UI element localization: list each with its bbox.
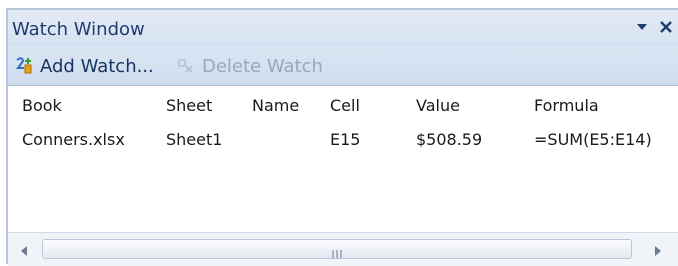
horizontal-scrollbar[interactable]	[8, 232, 678, 266]
scrollbar-thumb[interactable]	[42, 239, 632, 259]
title-controls	[634, 17, 676, 37]
column-header-formula[interactable]: Formula	[534, 96, 599, 115]
cell-book: Conners.xlsx	[22, 130, 125, 149]
delete-watch-button[interactable]: Delete Watch	[176, 53, 323, 79]
cell-value: $508.59	[416, 130, 483, 149]
scroll-left-icon[interactable]	[18, 243, 30, 257]
delete-watch-icon	[176, 56, 196, 76]
table-row[interactable]: Conners.xlsx Sheet1 E15 $508.59 =SUM(E5:…	[8, 126, 678, 152]
table-header: Book Sheet Name Cell Value Formula	[8, 92, 678, 118]
column-header-book[interactable]: Book	[22, 96, 62, 115]
add-watch-button[interactable]: Add Watch...	[14, 53, 154, 79]
add-watch-icon	[14, 56, 34, 76]
toolbar: Add Watch... Delete Watch	[8, 46, 678, 86]
window-title: Watch Window	[12, 19, 145, 40]
cell-sheet: Sheet1	[166, 130, 223, 149]
delete-watch-label: Delete Watch	[202, 55, 323, 77]
column-header-sheet[interactable]: Sheet	[166, 96, 212, 115]
scroll-right-icon[interactable]	[652, 243, 664, 257]
watch-window: Watch Window Add Watch... Delete Watch B…	[6, 8, 678, 266]
add-watch-label: Add Watch...	[40, 55, 154, 77]
close-icon[interactable]	[656, 17, 676, 37]
watch-list: Book Sheet Name Cell Value Formula Conne…	[8, 86, 678, 232]
chevron-down-icon[interactable]	[634, 19, 650, 35]
grip-icon	[331, 244, 343, 258]
title-bar[interactable]: Watch Window	[8, 10, 678, 46]
column-header-cell[interactable]: Cell	[330, 96, 360, 115]
cell-formula: =SUM(E5:E14)	[534, 130, 652, 149]
cell-cell: E15	[330, 130, 361, 149]
column-header-name[interactable]: Name	[252, 96, 299, 115]
column-header-value[interactable]: Value	[416, 96, 460, 115]
